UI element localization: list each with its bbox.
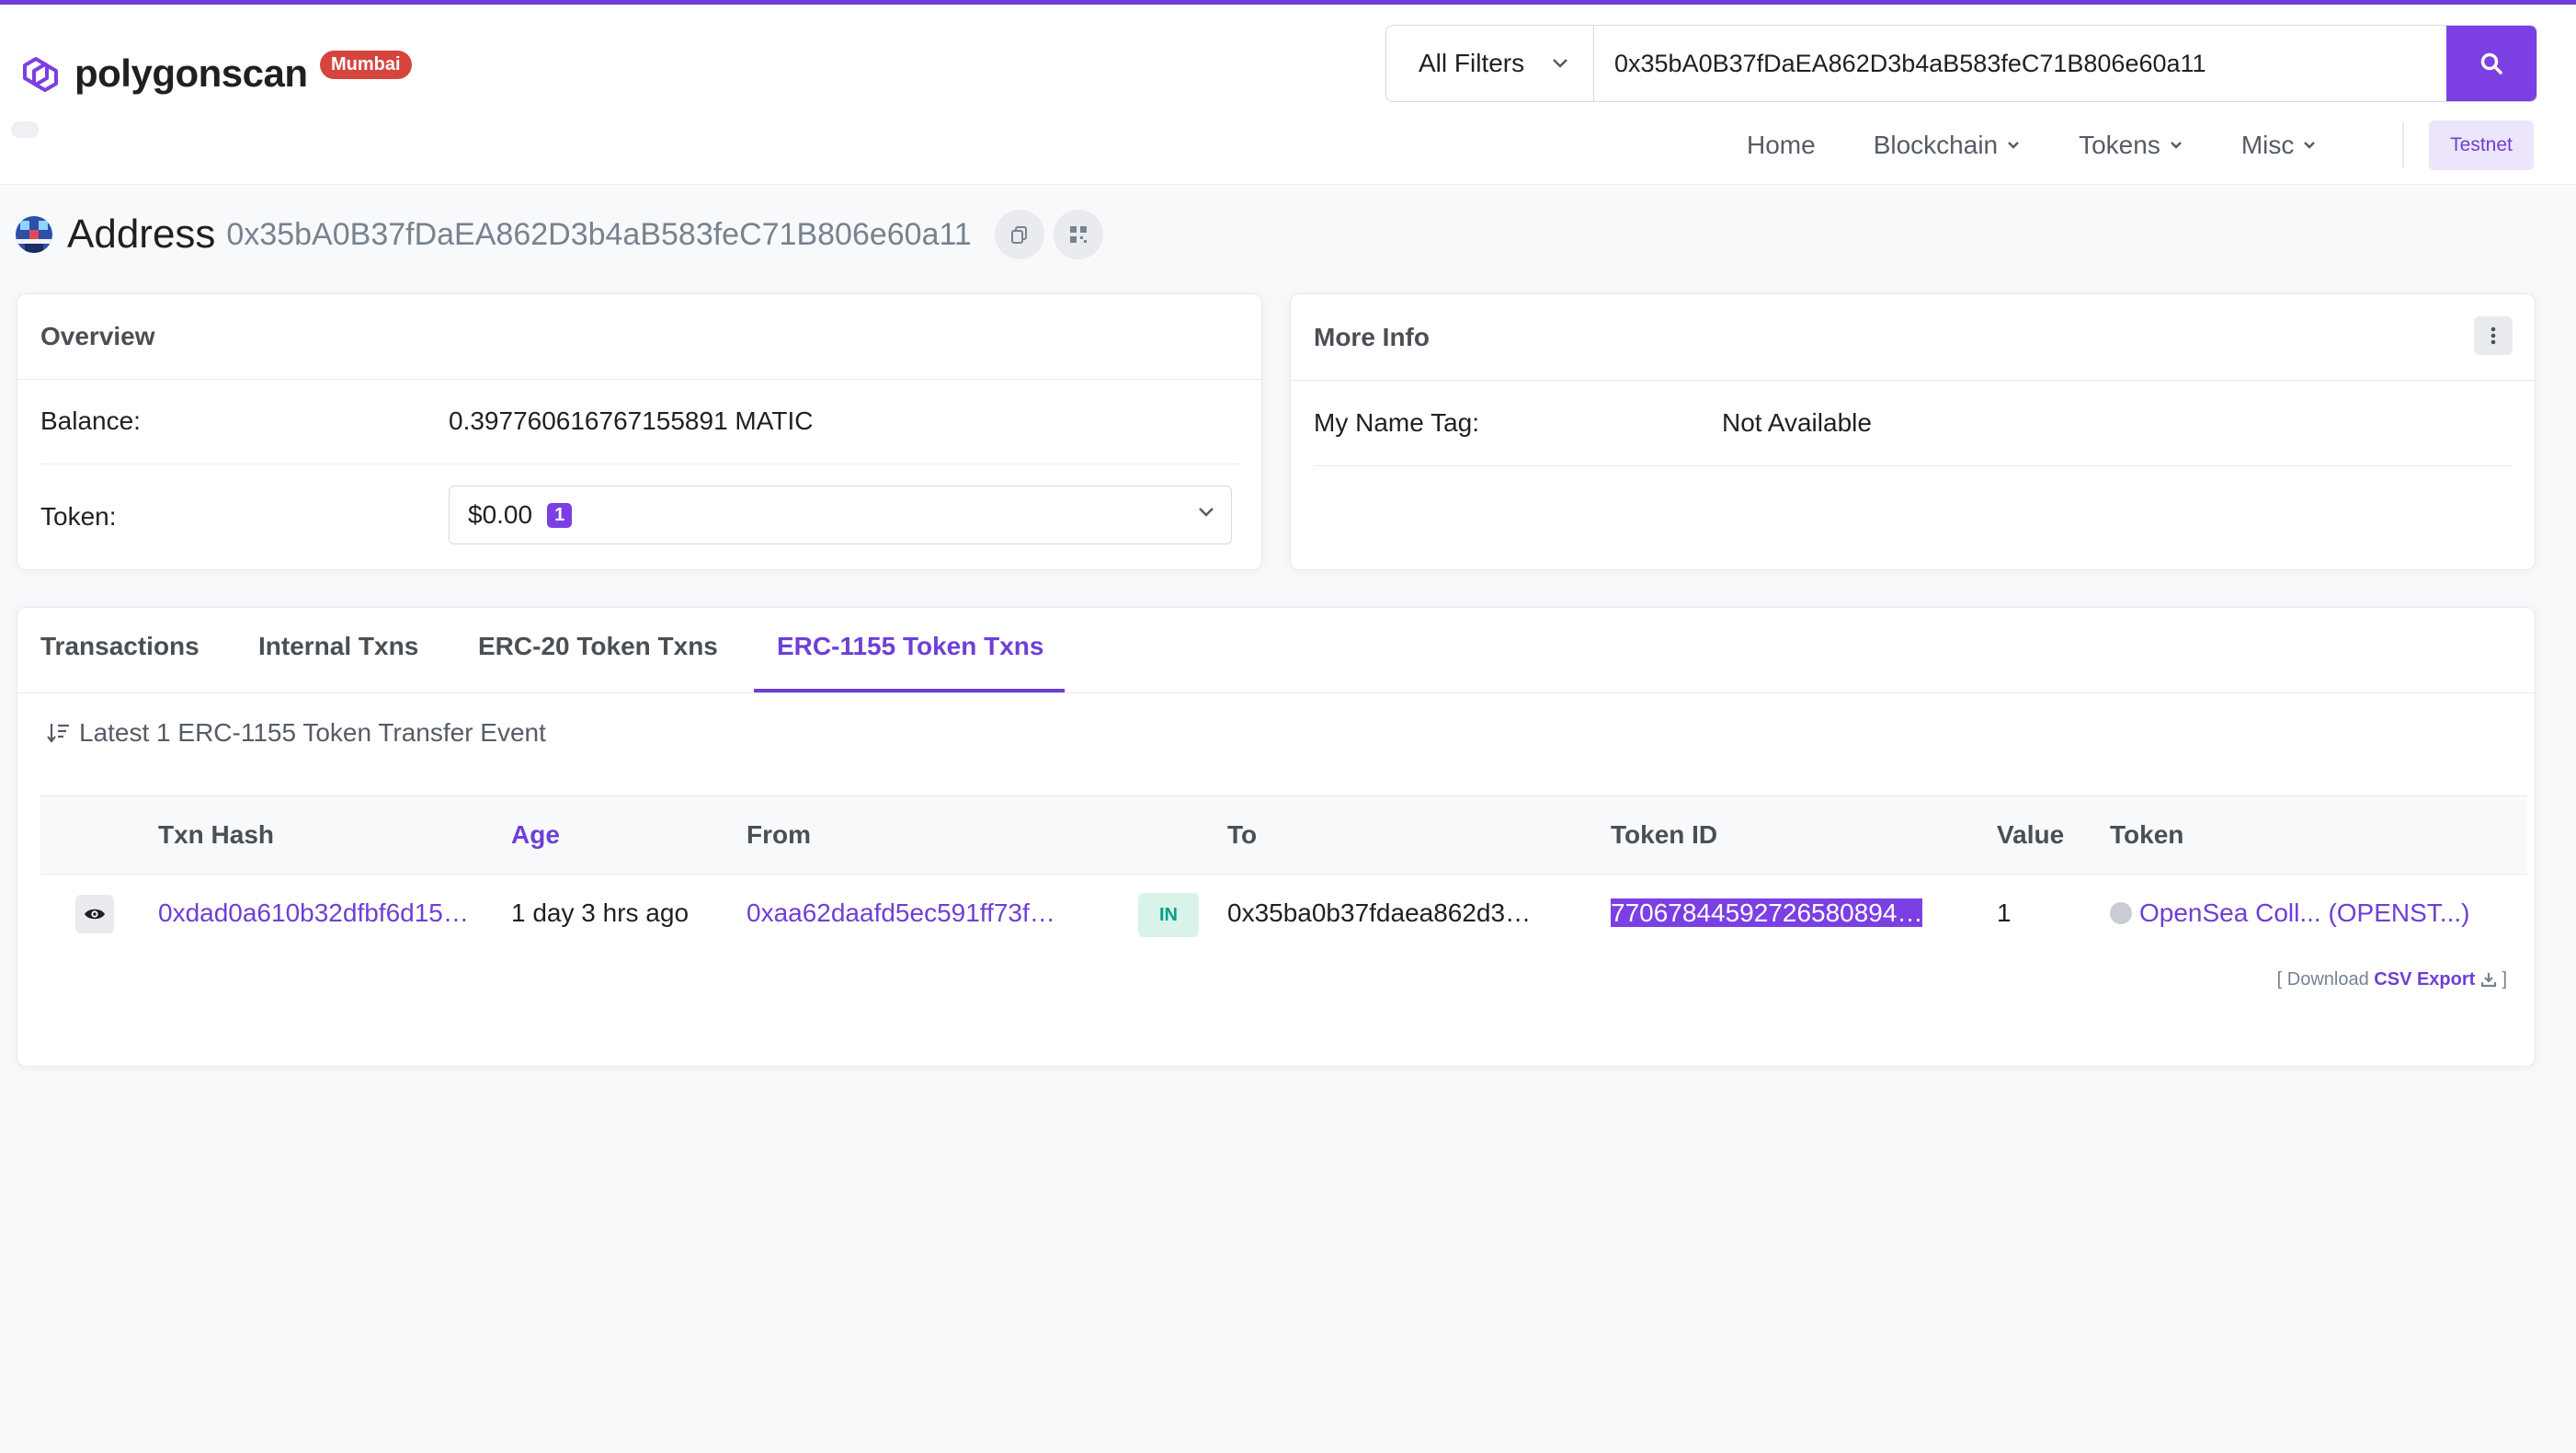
csv-export-link[interactable]: CSV Export — [2374, 969, 2475, 990]
col-to: To — [1227, 820, 1258, 849]
token-id-selected-text: 77067844592726580894… — [1611, 898, 1923, 927]
nav-misc[interactable]: Misc — [2241, 131, 2317, 160]
chevron-down-icon — [2170, 142, 2182, 149]
more-info-card: More Info My Name Tag: Not Available — [1290, 293, 2536, 570]
address-avatar — [16, 216, 52, 253]
network-badge: Mumbai — [320, 51, 412, 79]
nav-misc-label: Misc — [2240, 131, 2295, 159]
logo-text: polygonscan — [74, 51, 308, 95]
copy-icon — [1010, 226, 1027, 244]
token-id-link[interactable]: 77067844592726580894… — [1611, 898, 1923, 928]
col-age-toggle[interactable]: Age — [511, 820, 560, 850]
qr-code-icon — [1069, 226, 1087, 243]
chevron-down-icon — [1199, 508, 1214, 517]
balance-value: 0.397760616767155891 MATIC — [449, 406, 814, 435]
csv-suffix: ] — [2502, 969, 2507, 990]
token-count-badge: 1 — [547, 502, 573, 528]
token-label: Token: — [40, 502, 117, 531]
site-header: polygonscan Mumbai All Filters Home Bloc… — [0, 5, 2576, 185]
transactions-card: Transactions Internal Txns ERC-20 Token … — [17, 607, 2536, 1067]
address-heading: Address 0x35bA0B37fDaEA862D3b4aB583feC71… — [16, 207, 1103, 262]
csv-prefix: [ Download — [2276, 969, 2369, 990]
transfer-summary: Latest 1 ERC-1155 Token Transfer Event — [46, 718, 546, 748]
tab-bar: Transactions Internal Txns ERC-20 Token … — [17, 608, 2535, 693]
nav-blockchain[interactable]: Blockchain — [1874, 131, 2020, 160]
token-link[interactable]: OpenSea Coll... (OPENST...) — [2110, 898, 2469, 928]
col-token-id: Token ID — [1611, 820, 1718, 849]
search-input[interactable] — [1594, 26, 2446, 101]
token-icon — [2110, 902, 2132, 924]
polygon-logo-icon — [23, 57, 58, 92]
address-label: Address — [67, 212, 216, 257]
table-header: Txn Hash Age From To Token ID Value Toke… — [40, 795, 2527, 875]
tab-transactions[interactable]: Transactions — [40, 632, 199, 661]
col-from: From — [747, 820, 811, 849]
name-tag-value: Not Available — [1722, 408, 1872, 437]
address-value: 0x35bA0B37fDaEA862D3b4aB583feC71B806e60a… — [226, 216, 972, 252]
divider — [1314, 465, 2512, 466]
overview-card: Overview Balance: 0.397760616767155891 M… — [17, 293, 1262, 570]
table-row: 0xdad0a610b32dfbf6d15… 1 day 3 hrs ago 0… — [40, 873, 2527, 955]
overview-title: Overview — [40, 322, 155, 350]
name-tag-label: My Name Tag: — [1314, 408, 1479, 437]
col-txn-hash: Txn Hash — [158, 820, 275, 849]
summary-text: Latest 1 ERC-1155 Token Transfer Event — [79, 718, 546, 747]
nav-divider — [2402, 122, 2404, 168]
nav-home[interactable]: Home — [1747, 131, 1816, 160]
sort-descending-icon — [47, 724, 69, 743]
theme-toggle[interactable] — [11, 121, 39, 138]
eye-icon — [85, 909, 105, 920]
search-icon — [2480, 52, 2502, 74]
txn-hash-link[interactable]: 0xdad0a610b32dfbf6d15… — [158, 898, 469, 928]
from-address-link[interactable]: 0xaa62daafd5ec591ff73f… — [747, 898, 1055, 928]
csv-download: [ Download CSV Export ] — [2277, 969, 2507, 990]
divider — [1291, 380, 2535, 381]
nav-tokens-label: Tokens — [2079, 131, 2160, 159]
divider — [17, 379, 1261, 380]
qr-code-button[interactable] — [1053, 210, 1103, 259]
testnet-button[interactable]: Testnet — [2429, 120, 2534, 170]
more-info-title: More Info — [1314, 323, 1430, 351]
search-button[interactable] — [2446, 26, 2536, 101]
to-address: 0x35ba0b37fdaea862d3… — [1227, 898, 1532, 927]
token-name: OpenSea Coll... (OPENST...) — [2139, 898, 2470, 927]
txn-age: 1 day 3 hrs ago — [511, 898, 690, 927]
chevron-down-icon — [1553, 59, 1568, 68]
divider — [40, 463, 1238, 464]
tab-erc20-token-txns[interactable]: ERC-20 Token Txns — [478, 632, 718, 661]
direction-badge: IN — [1138, 893, 1199, 937]
token-value: $0.00 — [468, 500, 533, 529]
chevron-down-icon — [2304, 142, 2316, 149]
col-value: Value — [1997, 820, 2065, 849]
filter-label: All Filters — [1419, 49, 1525, 77]
active-tab-indicator — [754, 689, 1065, 692]
tab-erc1155-token-txns[interactable]: ERC-1155 Token Txns — [777, 632, 1043, 661]
tab-internal-txns[interactable]: Internal Txns — [258, 632, 418, 661]
view-details-button[interactable] — [75, 895, 114, 933]
balance-label: Balance: — [40, 406, 141, 435]
logo[interactable]: polygonscan — [16, 51, 308, 97]
download-icon — [2480, 973, 2496, 988]
transfer-value: 1 — [1997, 898, 2012, 927]
col-token: Token — [2110, 820, 2184, 849]
filter-dropdown[interactable]: All Filters — [1386, 26, 1594, 101]
chevron-down-icon — [2008, 142, 2019, 149]
search-bar: All Filters — [1385, 25, 2537, 102]
more-options-button[interactable] — [2474, 316, 2513, 355]
token-holdings-dropdown[interactable]: $0.00 1 — [449, 486, 1232, 544]
more-vertical-icon — [2491, 326, 2496, 345]
nav-tokens[interactable]: Tokens — [2079, 131, 2183, 160]
copy-address-button[interactable] — [994, 210, 1044, 259]
nav-blockchain-label: Blockchain — [1873, 131, 1999, 159]
main-nav: Home Blockchain Tokens Misc — [1747, 122, 2375, 168]
